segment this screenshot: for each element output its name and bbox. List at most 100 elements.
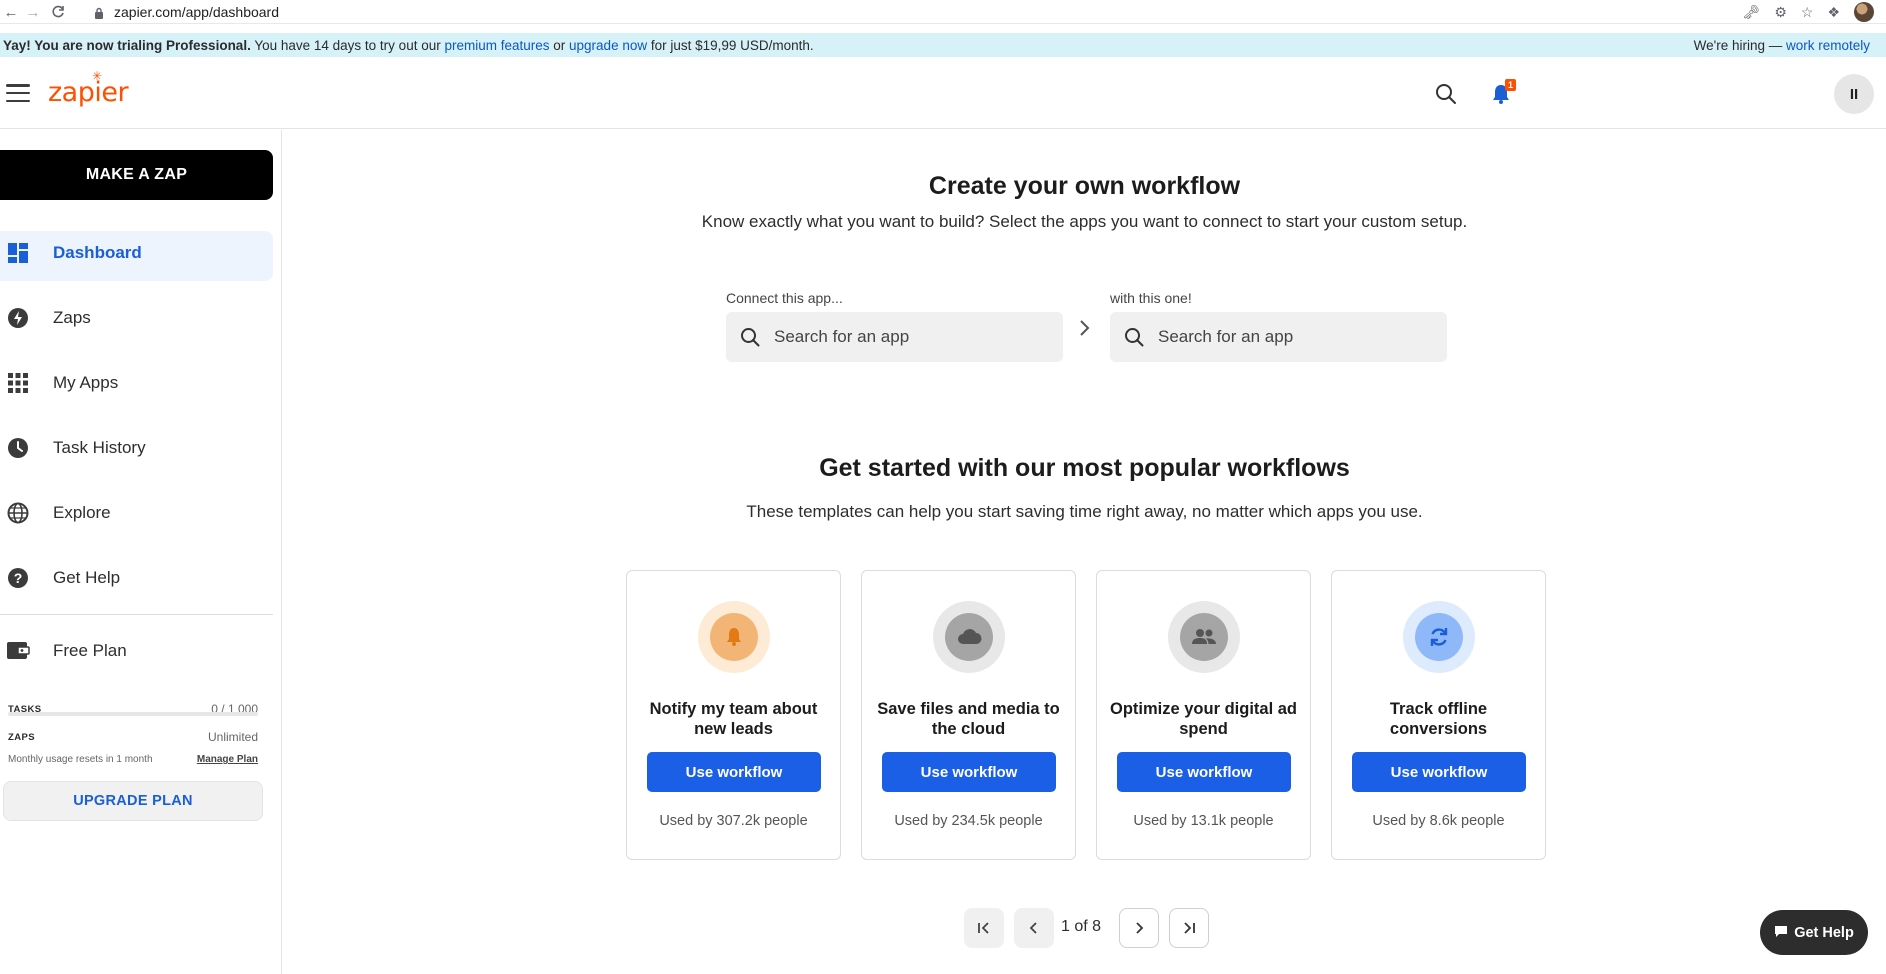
workflow-usage-count: Used by 8.6k people xyxy=(1372,813,1505,829)
first-app-search-input[interactable] xyxy=(774,312,1054,362)
user-avatar[interactable]: II xyxy=(1834,74,1874,114)
sidebar-item-label: Zaps xyxy=(53,307,91,327)
connect-app-label: Connect this app... xyxy=(726,290,843,306)
sidebar-item-label: Task History xyxy=(53,437,146,457)
notifications-bell-icon[interactable]: 1 xyxy=(1488,79,1516,107)
workflow-usage-count: Used by 234.5k people xyxy=(894,813,1043,829)
use-workflow-button[interactable]: Use workflow xyxy=(1117,752,1291,792)
back-icon[interactable]: ← xyxy=(0,1,22,23)
second-app-search-input[interactable] xyxy=(1158,312,1438,362)
sidebar-item-get-help[interactable]: ? Get Help xyxy=(0,545,282,610)
sidebar: MAKE A ZAP Dashboard Zaps My Apps Task H… xyxy=(0,130,282,974)
key-icon[interactable]: 🗝 xyxy=(1743,4,1761,21)
workflow-usage-count: Used by 13.1k people xyxy=(1133,813,1274,829)
trial-text-3: for just $19,99 USD/month. xyxy=(647,37,814,53)
logo-star-icon: ✳ xyxy=(92,69,103,83)
sidebar-item-label: Dashboard xyxy=(53,242,142,262)
popular-workflows-subtitle: These templates can help you start savin… xyxy=(746,502,1423,521)
manage-plan-link[interactable]: Manage Plan xyxy=(197,754,258,765)
use-workflow-button[interactable]: Use workflow xyxy=(882,752,1056,792)
previous-page-button[interactable] xyxy=(1014,908,1054,948)
zaps-value: Unlimited xyxy=(207,730,258,744)
bolt-icon xyxy=(5,305,31,331)
first-app-search[interactable] xyxy=(726,312,1063,362)
wallet-icon xyxy=(6,639,32,663)
create-workflow-title: Create your own workflow xyxy=(928,172,1241,200)
chat-icon xyxy=(1774,924,1788,942)
workflow-card[interactable]: Notify my team about new leads Use workf… xyxy=(626,570,841,860)
chevron-right-icon xyxy=(1074,318,1094,338)
star-icon[interactable]: ☆ xyxy=(1801,4,1814,21)
browser-toolbar: ← → zapier.com/app/dashboard 🗝 ⚙ ☆ ❖ xyxy=(0,0,1886,24)
browser-profile-avatar[interactable] xyxy=(1854,2,1874,22)
sidebar-divider xyxy=(0,614,273,615)
sidebar-item-label: Explore xyxy=(53,502,111,522)
tasks-progress-bar xyxy=(8,712,258,716)
hiring-text: We're hiring — xyxy=(1693,37,1786,53)
zaps-label: ZAPS xyxy=(8,731,35,743)
sidebar-item-dashboard[interactable]: Dashboard xyxy=(0,220,282,285)
plan-header: Free Plan xyxy=(0,637,273,665)
forward-icon[interactable]: → xyxy=(22,1,44,23)
help-icon: ? xyxy=(5,565,31,591)
create-workflow-subtitle: Know exactly what you want to build? Sel… xyxy=(701,212,1468,231)
zapier-logo[interactable]: zapier xyxy=(48,77,129,108)
workflow-card-title: Optimize your digital ad spend xyxy=(1109,700,1298,738)
search-icon xyxy=(740,327,760,347)
apps-grid-icon xyxy=(5,370,31,396)
make-a-zap-button[interactable]: MAKE A ZAP xyxy=(0,150,273,200)
premium-features-link[interactable]: premium features xyxy=(444,38,549,53)
work-remotely-link[interactable]: work remotely xyxy=(1786,38,1870,53)
sidebar-item-zaps[interactable]: Zaps xyxy=(0,285,282,350)
search-icon[interactable] xyxy=(1434,82,1458,106)
trial-message: Yay! You are now trialing Professional. … xyxy=(0,38,814,53)
next-page-button[interactable] xyxy=(1119,908,1159,948)
use-workflow-button[interactable]: Use workflow xyxy=(1352,752,1526,792)
hiring-message: We're hiring — work remotely xyxy=(1694,38,1870,53)
second-app-search[interactable] xyxy=(1110,312,1447,362)
lock-icon xyxy=(94,6,104,19)
clock-icon xyxy=(5,435,31,461)
workflow-card[interactable]: Track offline conversions Use workflow U… xyxy=(1331,570,1546,860)
sync-icon xyxy=(1403,601,1475,673)
cloud-icon xyxy=(933,601,1005,673)
pagination: 1 of 8 xyxy=(283,908,1886,948)
menu-icon[interactable] xyxy=(6,84,30,102)
first-page-button[interactable] xyxy=(964,908,1004,948)
notification-badge: 1 xyxy=(1504,79,1516,91)
workflow-card-title: Save files and media to the cloud xyxy=(877,700,1060,738)
upgrade-plan-button[interactable]: UPGRADE PLAN xyxy=(3,781,263,821)
trial-text-2: or xyxy=(549,37,570,53)
popular-workflows-title: Get started with our most popular workfl… xyxy=(819,454,1350,482)
search-icon xyxy=(1124,327,1144,347)
sidebar-item-explore[interactable]: Explore xyxy=(0,480,282,545)
workflow-cards: Notify my team about new leads Use workf… xyxy=(626,570,1546,860)
bell-icon xyxy=(698,601,770,673)
trial-strong-text: Yay! You are now trialing Professional. xyxy=(3,37,251,53)
extensions-icon[interactable]: ❖ xyxy=(1827,4,1840,21)
chevron-left-icon xyxy=(1029,922,1037,934)
zaps-usage-row: ZAPS Unlimited xyxy=(8,730,258,744)
reset-text: Monthly usage resets in 1 month xyxy=(8,754,153,765)
translate-icon[interactable]: ⚙ xyxy=(1774,4,1787,21)
workflow-card-title: Notify my team about new leads xyxy=(649,700,818,738)
with-app-label: with this one! xyxy=(1110,290,1192,306)
trial-banner: Yay! You are now trialing Professional. … xyxy=(0,33,1886,57)
upgrade-now-link[interactable]: upgrade now xyxy=(569,38,647,53)
sidebar-item-task-history[interactable]: Task History xyxy=(0,415,282,480)
page-indicator: 1 of 8 xyxy=(1061,918,1102,935)
workflow-card[interactable]: Save files and media to the cloud Use wo… xyxy=(861,570,1076,860)
last-page-icon xyxy=(1184,922,1195,934)
workflow-card[interactable]: Optimize your digital ad spend Use workf… xyxy=(1096,570,1311,860)
svg-text:?: ? xyxy=(14,570,23,586)
floating-help-label: Get Help xyxy=(1794,924,1854,941)
use-workflow-button[interactable]: Use workflow xyxy=(647,752,821,792)
floating-get-help-button[interactable]: Get Help xyxy=(1760,910,1868,955)
address-bar[interactable]: zapier.com/app/dashboard xyxy=(94,0,279,24)
trial-text-1: You have 14 days to try out our xyxy=(250,37,445,53)
last-page-button[interactable] xyxy=(1169,908,1209,948)
workflow-card-title: Track offline conversions xyxy=(1389,700,1488,738)
sidebar-item-label: Get Help xyxy=(53,567,121,587)
reload-icon[interactable] xyxy=(47,1,69,23)
sidebar-item-my-apps[interactable]: My Apps xyxy=(0,350,282,415)
